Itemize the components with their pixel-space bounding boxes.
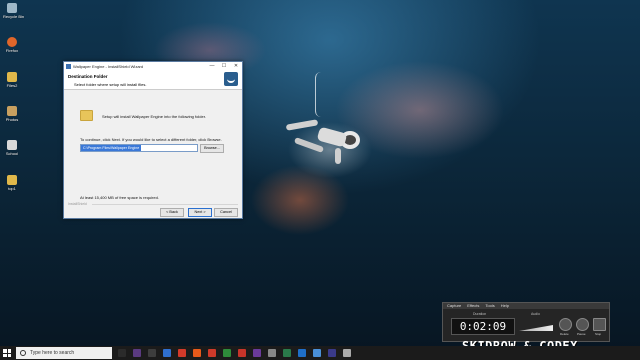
taskbar-app-icon[interactable] <box>178 349 186 357</box>
desktop-icon-photos[interactable]: Photos <box>3 106 21 122</box>
close-button[interactable]: ✕ <box>230 62 242 70</box>
audio-label: Audio <box>531 312 540 316</box>
space-required-text: At least 15,400 MB of free space is requ… <box>80 195 159 200</box>
wizard-header: Destination Folder Select folder where s… <box>64 70 242 90</box>
windows-start-icon[interactable] <box>3 349 11 357</box>
folder-icon <box>80 110 93 121</box>
desktop-icon-recycle-bin[interactable]: Recycle Bin <box>3 3 25 19</box>
duration-label: Duration <box>473 312 487 316</box>
minimize-button[interactable]: — <box>206 62 218 70</box>
taskbar-app-icon[interactable] <box>298 349 306 357</box>
window-titlebar[interactable]: Wallpaper Engine - InstallShield Wizard … <box>64 62 242 70</box>
search-placeholder: Type here to search <box>30 350 75 356</box>
browse-button[interactable]: Browse... <box>200 144 224 153</box>
wizard-heading: Destination Folder <box>68 74 108 79</box>
taskbar-app-icon[interactable] <box>313 349 321 357</box>
desktop-icon-label: Photos <box>5 117 19 122</box>
document-icon <box>7 140 17 150</box>
taskbar-search-box[interactable]: Type here to search <box>16 347 112 359</box>
wizard-subheading: Select folder where setup will install f… <box>74 82 147 87</box>
destination-path-value: C:\Program Files\Wallpaper Engine <box>81 145 142 151</box>
taskbar: Type here to search <box>0 346 640 360</box>
delete-button[interactable] <box>559 318 572 331</box>
stop-button[interactable] <box>593 318 606 331</box>
next-button[interactable]: Next > <box>188 208 212 217</box>
taskbar-app-icon[interactable] <box>208 349 216 357</box>
desktop-icon-label: Recycle Bin <box>3 14 25 19</box>
desktop-icon-label: top1 <box>8 186 16 191</box>
desktop-icon-label: Firefox <box>5 48 19 53</box>
taskbar-app-icon[interactable] <box>343 349 351 357</box>
desktop-icon-school[interactable]: School <box>3 140 21 156</box>
desktop-icon-top1[interactable]: top1 <box>3 175 21 191</box>
menu-capture[interactable]: Capture <box>447 303 461 309</box>
installshield-brand: InstallShield <box>68 202 87 206</box>
instruction-text: To continue, click Next. If you would li… <box>80 137 222 142</box>
desktop-icon-label: School <box>5 151 19 156</box>
document-icon <box>7 175 17 185</box>
pause-button[interactable] <box>576 318 589 331</box>
search-icon <box>20 350 26 356</box>
menu-help[interactable]: Help <box>501 303 509 309</box>
taskbar-app-icon[interactable] <box>148 349 156 357</box>
taskbar-app-icon[interactable] <box>133 349 141 357</box>
document-icon <box>7 106 17 116</box>
footer-separator <box>92 204 238 205</box>
desktop-icon-label: Files2 <box>6 83 18 88</box>
taskbar-app-icon[interactable] <box>328 349 336 357</box>
screen-recorder-widget[interactable]: Capture Effects Tools Help Duration 0:02… <box>442 302 610 342</box>
delete-label: Delete <box>560 332 569 336</box>
taskbar-app-icon[interactable] <box>238 349 246 357</box>
install-info-text: Setup will install Wallpaper Engine into… <box>102 114 206 119</box>
window-title: Wallpaper Engine - InstallShield Wizard <box>73 63 144 69</box>
taskbar-app-icon[interactable] <box>283 349 291 357</box>
firefox-icon <box>7 37 17 47</box>
recorder-menu: Capture Effects Tools Help <box>443 303 609 309</box>
taskbar-app-icon[interactable] <box>193 349 201 357</box>
audio-level-slider[interactable] <box>519 325 553 331</box>
taskbar-app-icon[interactable] <box>268 349 276 357</box>
taskbar-app-icon[interactable] <box>118 349 126 357</box>
menu-effects[interactable]: Effects <box>467 303 479 309</box>
taskbar-app-icon[interactable] <box>163 349 171 357</box>
desktop-icon-firefox[interactable]: Firefox <box>3 37 21 53</box>
installer-logo-icon <box>224 72 238 86</box>
taskbar-app-icon[interactable] <box>223 349 231 357</box>
cancel-button[interactable]: Cancel <box>214 208 238 217</box>
astronaut-illustration <box>286 119 360 164</box>
taskbar-app-icon[interactable] <box>253 349 261 357</box>
back-button[interactable]: < Back <box>160 208 184 217</box>
recycle-bin-icon <box>7 3 17 13</box>
installer-app-icon <box>66 63 71 69</box>
pause-label: Pause <box>577 332 586 336</box>
desktop-icon-files2[interactable]: Files2 <box>3 72 21 88</box>
menu-tools[interactable]: Tools <box>485 303 494 309</box>
duration-readout: 0:02:09 <box>451 318 515 335</box>
stop-label: Stop <box>595 332 602 336</box>
maximize-button[interactable]: ☐ <box>218 62 230 70</box>
document-icon <box>7 72 17 82</box>
installshield-wizard-window[interactable]: Wallpaper Engine - InstallShield Wizard … <box>63 61 243 219</box>
destination-path-field[interactable]: C:\Program Files\Wallpaper Engine <box>80 144 198 152</box>
